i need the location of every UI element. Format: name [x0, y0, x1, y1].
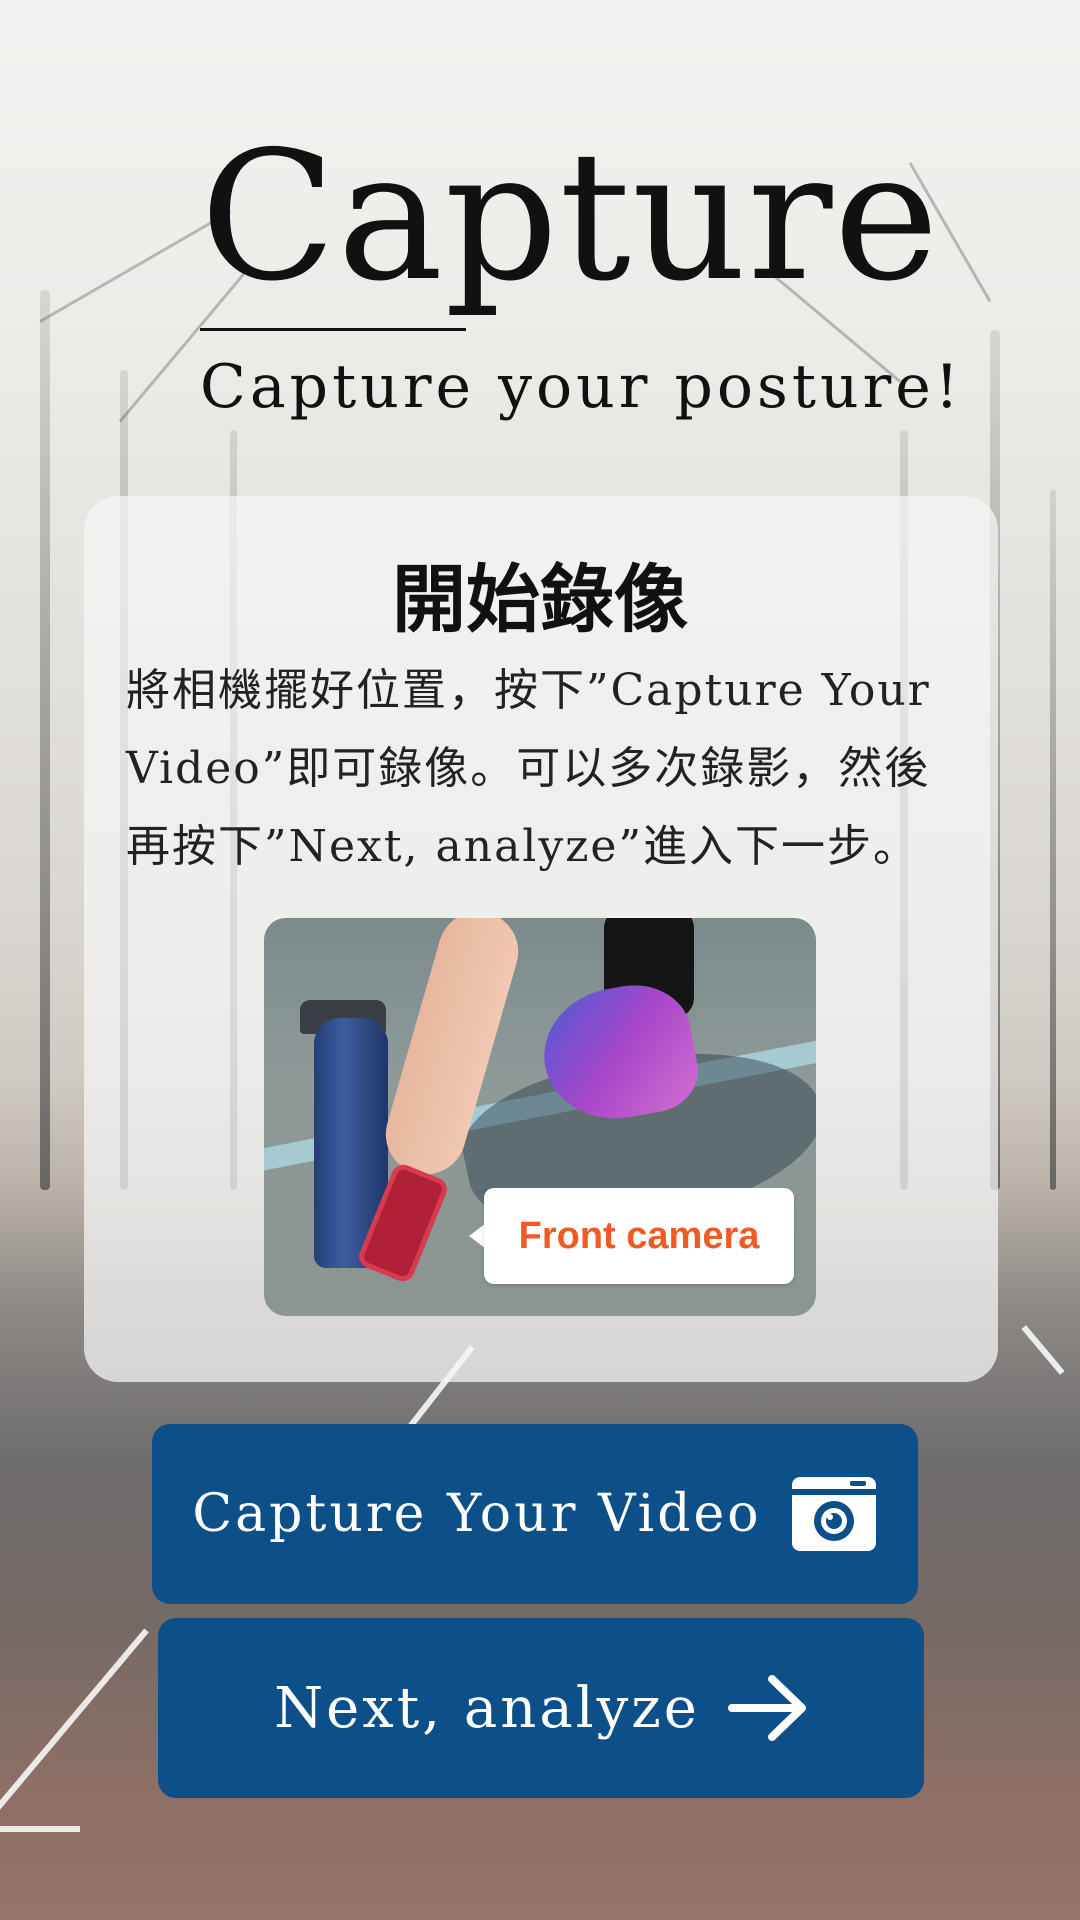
next-analyze-button[interactable]: Next, analyze [158, 1618, 924, 1798]
demo-image: Front camera [264, 918, 816, 1316]
caption-tail [469, 1224, 485, 1248]
page-subtitle: Capture your posture! [200, 352, 963, 422]
demo-caption: Front camera [484, 1188, 794, 1284]
card-heading: 開始錄像 [392, 557, 688, 643]
title-underline [200, 328, 466, 331]
page-title: Capture [200, 113, 940, 320]
capture-video-label: Capture Your Video [192, 1484, 762, 1544]
camera-icon [791, 1477, 876, 1551]
capture-video-button[interactable]: Capture Your Video [152, 1424, 918, 1604]
card-description: 將相機擺好位置，按下”Capture Your Video”即可錄像。可以多次錄… [126, 665, 931, 872]
arrow-right-icon [727, 1675, 806, 1741]
next-analyze-label: Next, analyze [274, 1675, 700, 1741]
